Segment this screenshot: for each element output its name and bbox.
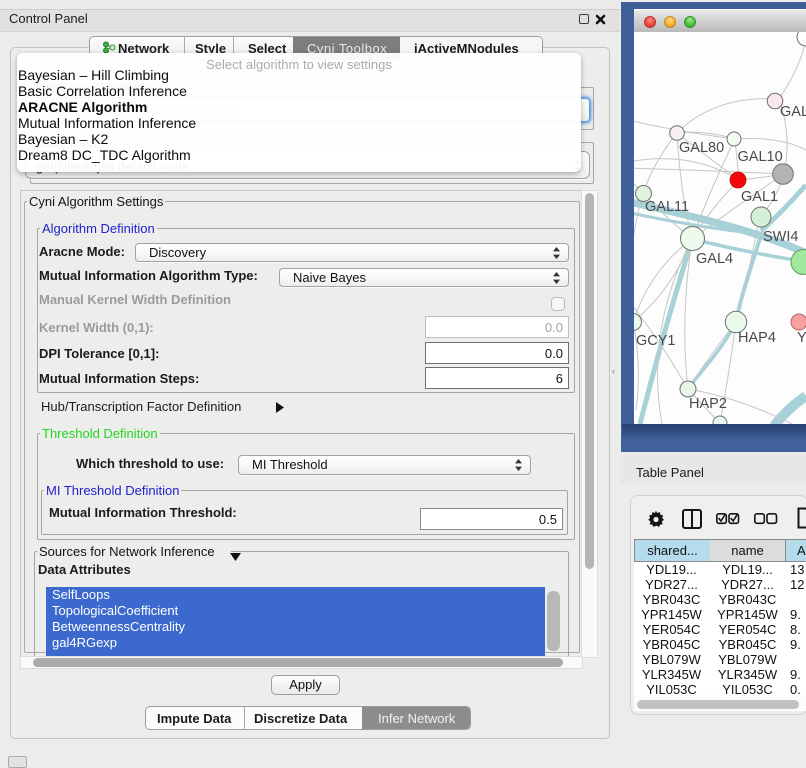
- svg-text:GAL10: GAL10: [738, 149, 783, 165]
- svg-text:HAP4: HAP4: [738, 330, 776, 346]
- svg-text:GAL7: GAL7: [780, 104, 806, 120]
- svg-text:SWI4: SWI4: [763, 229, 798, 245]
- svg-text:GAL4: GAL4: [696, 251, 733, 267]
- svg-text:GAL1: GAL1: [741, 189, 778, 205]
- svg-text:HAP2: HAP2: [689, 396, 727, 412]
- svg-text:Y: Y: [797, 330, 806, 346]
- svg-text:GAL11: GAL11: [645, 199, 689, 215]
- svg-text:GCY1: GCY1: [636, 333, 676, 349]
- svg-text:GAL80: GAL80: [679, 140, 724, 156]
